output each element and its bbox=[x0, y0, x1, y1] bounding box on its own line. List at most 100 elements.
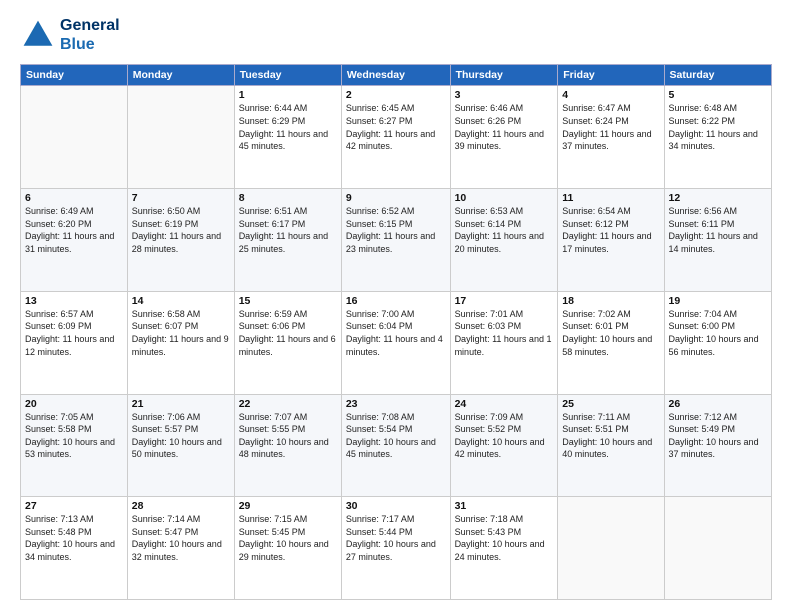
day-details: Sunrise: 6:53 AMSunset: 6:14 PMDaylight:… bbox=[455, 206, 544, 254]
day-details: Sunrise: 7:18 AMSunset: 5:43 PMDaylight:… bbox=[455, 514, 545, 562]
day-number: 27 bbox=[25, 500, 123, 512]
day-details: Sunrise: 7:05 AMSunset: 5:58 PMDaylight:… bbox=[25, 412, 115, 460]
day-number: 13 bbox=[25, 295, 123, 307]
day-number: 11 bbox=[562, 192, 659, 204]
day-number: 2 bbox=[346, 89, 446, 101]
day-details: Sunrise: 7:01 AMSunset: 6:03 PMDaylight:… bbox=[455, 309, 552, 357]
day-details: Sunrise: 6:59 AMSunset: 6:06 PMDaylight:… bbox=[239, 309, 336, 357]
day-cell: 24Sunrise: 7:09 AMSunset: 5:52 PMDayligh… bbox=[450, 394, 558, 497]
day-details: Sunrise: 6:49 AMSunset: 6:20 PMDaylight:… bbox=[25, 206, 114, 254]
day-number: 14 bbox=[132, 295, 230, 307]
day-details: Sunrise: 6:44 AMSunset: 6:29 PMDaylight:… bbox=[239, 103, 328, 151]
day-number: 21 bbox=[132, 398, 230, 410]
day-cell: 2 Sunrise: 6:45 AMSunset: 6:27 PMDaylight… bbox=[341, 86, 450, 189]
day-number: 20 bbox=[25, 398, 123, 410]
day-cell: 11 Sunrise: 6:54 AMSunset: 6:12 PMDayligh… bbox=[558, 189, 664, 292]
day-number: 25 bbox=[562, 398, 659, 410]
day-details: Sunrise: 7:06 AMSunset: 5:57 PMDaylight:… bbox=[132, 412, 222, 460]
day-number: 12 bbox=[669, 192, 767, 204]
day-details: Sunrise: 6:47 AMSunset: 6:24 PMDaylight:… bbox=[562, 103, 651, 151]
col-header-saturday: Saturday bbox=[664, 65, 771, 86]
day-number: 26 bbox=[669, 398, 767, 410]
day-cell bbox=[21, 86, 128, 189]
day-cell: 3 Sunrise: 6:46 AMSunset: 6:26 PMDaylight… bbox=[450, 86, 558, 189]
day-details: Sunrise: 7:15 AMSunset: 5:45 PMDaylight:… bbox=[239, 514, 329, 562]
day-cell bbox=[127, 86, 234, 189]
day-cell bbox=[558, 497, 664, 600]
day-details: Sunrise: 6:56 AMSunset: 6:11 PMDaylight:… bbox=[669, 206, 758, 254]
calendar-header-row: SundayMondayTuesdayWednesdayThursdayFrid… bbox=[21, 65, 772, 86]
day-number: 28 bbox=[132, 500, 230, 512]
day-details: Sunrise: 6:45 AMSunset: 6:27 PMDaylight:… bbox=[346, 103, 435, 151]
day-cell: 16 Sunrise: 7:00 AMSunset: 6:04 PMDayligh… bbox=[341, 291, 450, 394]
day-number: 6 bbox=[25, 192, 123, 204]
day-cell: 30 Sunrise: 7:17 AMSunset: 5:44 PMDayligh… bbox=[341, 497, 450, 600]
week-row-2: 6 Sunrise: 6:49 AMSunset: 6:20 PMDaylight… bbox=[21, 189, 772, 292]
logo-text: General Blue bbox=[60, 16, 120, 54]
day-cell: 14 Sunrise: 6:58 AMSunset: 6:07 PMDayligh… bbox=[127, 291, 234, 394]
day-details: Sunrise: 7:00 AMSunset: 6:04 PMDaylight:… bbox=[346, 309, 443, 357]
day-cell: 1Sunrise: 6:44 AMSunset: 6:29 PMDaylight… bbox=[234, 86, 341, 189]
day-cell: 6 Sunrise: 6:49 AMSunset: 6:20 PMDaylight… bbox=[21, 189, 128, 292]
week-row-1: 1Sunrise: 6:44 AMSunset: 6:29 PMDaylight… bbox=[21, 86, 772, 189]
col-header-wednesday: Wednesday bbox=[341, 65, 450, 86]
calendar-table: SundayMondayTuesdayWednesdayThursdayFrid… bbox=[20, 64, 772, 600]
day-cell: 28 Sunrise: 7:14 AMSunset: 5:47 PMDayligh… bbox=[127, 497, 234, 600]
day-cell: 9 Sunrise: 6:52 AMSunset: 6:15 PMDaylight… bbox=[341, 189, 450, 292]
day-number: 24 bbox=[455, 398, 554, 410]
day-cell: 7 Sunrise: 6:50 AMSunset: 6:19 PMDaylight… bbox=[127, 189, 234, 292]
day-number: 22 bbox=[239, 398, 337, 410]
day-details: Sunrise: 7:04 AMSunset: 6:00 PMDaylight:… bbox=[669, 309, 759, 357]
col-header-monday: Monday bbox=[127, 65, 234, 86]
day-details: Sunrise: 6:54 AMSunset: 6:12 PMDaylight:… bbox=[562, 206, 651, 254]
day-number: 8 bbox=[239, 192, 337, 204]
day-cell: 29 Sunrise: 7:15 AMSunset: 5:45 PMDayligh… bbox=[234, 497, 341, 600]
day-details: Sunrise: 7:08 AMSunset: 5:54 PMDaylight:… bbox=[346, 412, 436, 460]
day-number: 17 bbox=[455, 295, 554, 307]
week-row-5: 27Sunrise: 7:13 AMSunset: 5:48 PMDayligh… bbox=[21, 497, 772, 600]
logo: General Blue bbox=[20, 16, 120, 54]
day-details: Sunrise: 7:14 AMSunset: 5:47 PMDaylight:… bbox=[132, 514, 222, 562]
day-details: Sunrise: 6:46 AMSunset: 6:26 PMDaylight:… bbox=[455, 103, 544, 151]
day-number: 23 bbox=[346, 398, 446, 410]
day-number: 5 bbox=[669, 89, 767, 101]
day-number: 10 bbox=[455, 192, 554, 204]
day-cell: 27Sunrise: 7:13 AMSunset: 5:48 PMDayligh… bbox=[21, 497, 128, 600]
week-row-3: 13 Sunrise: 6:57 AMSunset: 6:09 PMDayligh… bbox=[21, 291, 772, 394]
week-row-4: 20 Sunrise: 7:05 AMSunset: 5:58 PMDayligh… bbox=[21, 394, 772, 497]
day-details: Sunrise: 6:57 AMSunset: 6:09 PMDaylight:… bbox=[25, 309, 114, 357]
col-header-tuesday: Tuesday bbox=[234, 65, 341, 86]
day-cell: 23 Sunrise: 7:08 AMSunset: 5:54 PMDayligh… bbox=[341, 394, 450, 497]
day-details: Sunrise: 6:52 AMSunset: 6:15 PMDaylight:… bbox=[346, 206, 435, 254]
day-number: 29 bbox=[239, 500, 337, 512]
day-cell: 26Sunrise: 7:12 AMSunset: 5:49 PMDayligh… bbox=[664, 394, 771, 497]
day-number: 7 bbox=[132, 192, 230, 204]
day-details: Sunrise: 7:07 AMSunset: 5:55 PMDaylight:… bbox=[239, 412, 329, 460]
day-number: 3 bbox=[455, 89, 554, 101]
day-cell: 19Sunrise: 7:04 AMSunset: 6:00 PMDayligh… bbox=[664, 291, 771, 394]
day-details: Sunrise: 7:02 AMSunset: 6:01 PMDaylight:… bbox=[562, 309, 652, 357]
day-cell: 17 Sunrise: 7:01 AMSunset: 6:03 PMDayligh… bbox=[450, 291, 558, 394]
day-cell: 25Sunrise: 7:11 AMSunset: 5:51 PMDayligh… bbox=[558, 394, 664, 497]
day-cell: 22 Sunrise: 7:07 AMSunset: 5:55 PMDayligh… bbox=[234, 394, 341, 497]
day-details: Sunrise: 6:58 AMSunset: 6:07 PMDaylight:… bbox=[132, 309, 229, 357]
day-number: 18 bbox=[562, 295, 659, 307]
day-cell: 31Sunrise: 7:18 AMSunset: 5:43 PMDayligh… bbox=[450, 497, 558, 600]
day-cell: 20 Sunrise: 7:05 AMSunset: 5:58 PMDayligh… bbox=[21, 394, 128, 497]
day-details: Sunrise: 7:17 AMSunset: 5:44 PMDaylight:… bbox=[346, 514, 436, 562]
col-header-friday: Friday bbox=[558, 65, 664, 86]
day-number: 9 bbox=[346, 192, 446, 204]
day-details: Sunrise: 6:51 AMSunset: 6:17 PMDaylight:… bbox=[239, 206, 328, 254]
header: General Blue bbox=[20, 16, 772, 54]
day-number: 30 bbox=[346, 500, 446, 512]
day-details: Sunrise: 6:50 AMSunset: 6:19 PMDaylight:… bbox=[132, 206, 221, 254]
page: General Blue SundayMondayTuesdayWednesda… bbox=[0, 0, 792, 612]
logo-icon bbox=[20, 17, 56, 53]
day-cell: 4 Sunrise: 6:47 AMSunset: 6:24 PMDaylight… bbox=[558, 86, 664, 189]
day-cell: 10 Sunrise: 6:53 AMSunset: 6:14 PMDayligh… bbox=[450, 189, 558, 292]
day-cell: 18 Sunrise: 7:02 AMSunset: 6:01 PMDayligh… bbox=[558, 291, 664, 394]
day-cell: 5Sunrise: 6:48 AMSunset: 6:22 PMDaylight… bbox=[664, 86, 771, 189]
day-cell: 12 Sunrise: 6:56 AMSunset: 6:11 PMDayligh… bbox=[664, 189, 771, 292]
day-number: 16 bbox=[346, 295, 446, 307]
day-number: 4 bbox=[562, 89, 659, 101]
